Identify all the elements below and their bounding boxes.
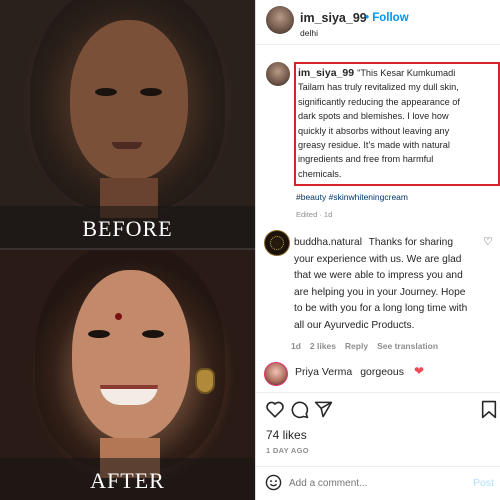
reply-age: 1d (291, 341, 301, 351)
caption-line: chemicals. (298, 168, 342, 179)
caption-line: dark spots and blemishes. I love how (298, 111, 449, 122)
reply-avatar[interactable] (264, 230, 290, 256)
caption-line: "This Kesar Kumkumadi (357, 68, 456, 78)
reply-line: your experience with us. We are glad (294, 253, 462, 265)
heart-icon[interactable] (265, 400, 285, 418)
comment-text: gorgeous (360, 366, 404, 378)
comment-priya: Priya Verma gorgeous (295, 366, 404, 378)
caption-text: im_siya_99 "This Kesar Kumkumadi Tailam h… (298, 66, 498, 181)
earring (195, 368, 215, 394)
after-label: AFTER (90, 468, 165, 493)
location[interactable]: delhi (300, 28, 318, 38)
reply-text: buddha.natural Thanks for sharing your e… (294, 235, 484, 334)
follow-button[interactable]: • Follow (365, 12, 409, 24)
reply-line: that we were able to impress you and (294, 270, 463, 281)
divider (256, 466, 500, 467)
add-comment-input[interactable] (289, 478, 459, 489)
post-header: im_siya_99 • Follow delhi (256, 0, 500, 45)
reply-line: to be with you for a long long time with (294, 303, 468, 314)
instagram-panel: im_siya_99 • Follow delhi im_siya_99 "Thi… (256, 0, 500, 500)
reply-likes[interactable]: 2 likes (310, 341, 336, 351)
likes-count[interactable]: 74 likes (266, 428, 307, 442)
right-eye (142, 330, 164, 338)
reply-line: all our Ayurvedic Products. (294, 319, 415, 331)
before-photo: BEFORE (0, 0, 255, 248)
comment-icon[interactable] (290, 400, 309, 419)
edited-meta: Edited · 1d (296, 210, 333, 219)
face (72, 270, 190, 440)
left-eye (95, 88, 117, 96)
caption-line: greasy residue. It's made with natural (298, 140, 450, 151)
red-heart-icon: ❤ (414, 364, 425, 378)
bookmark-icon[interactable] (481, 400, 497, 419)
mouth (112, 142, 142, 149)
before-after-image: BEFORE AFTER (0, 0, 255, 500)
comment-author[interactable]: Priya Verma (295, 366, 352, 378)
reply-button[interactable]: Reply (345, 341, 368, 351)
share-icon[interactable] (314, 400, 333, 419)
priya-avatar[interactable] (264, 362, 288, 386)
emoji-icon[interactable] (265, 474, 282, 491)
author-avatar[interactable] (266, 6, 294, 34)
caption-line: quickly it absorbs without leaving any (298, 125, 450, 136)
hashtags[interactable]: #beauty #skinwhiteningcream (296, 192, 408, 202)
caption-line: significantly reducing the appearance of (298, 96, 460, 107)
author-username[interactable]: im_siya_99 (300, 11, 367, 25)
before-label: BEFORE (82, 216, 173, 241)
left-eye (88, 330, 110, 338)
reply-line: Thanks for sharing (368, 237, 454, 248)
reply-author[interactable]: buddha.natural (294, 237, 362, 248)
face (70, 20, 188, 180)
reply-line: are helping you in your Journey. Hope (294, 286, 466, 298)
right-eye (140, 88, 162, 96)
bindi (115, 313, 122, 320)
heart-icon[interactable]: ♡ (483, 235, 493, 248)
see-translation-link[interactable]: See translation (377, 341, 438, 351)
follow-label: Follow (372, 12, 409, 24)
caption-author[interactable]: im_siya_99 (298, 67, 354, 79)
post-button[interactable]: Post (473, 477, 494, 489)
divider (256, 392, 500, 393)
after-photo: AFTER (0, 250, 255, 500)
caption-avatar[interactable] (266, 62, 290, 86)
caption-line: Tailam has truly revitalized my dull ski… (298, 82, 459, 93)
caption-line: ingredients and free from harmful (298, 154, 434, 165)
time-ago: 1 DAY AGO (266, 446, 309, 455)
reply-meta: 1d 2 likes Reply See translation (291, 341, 447, 351)
